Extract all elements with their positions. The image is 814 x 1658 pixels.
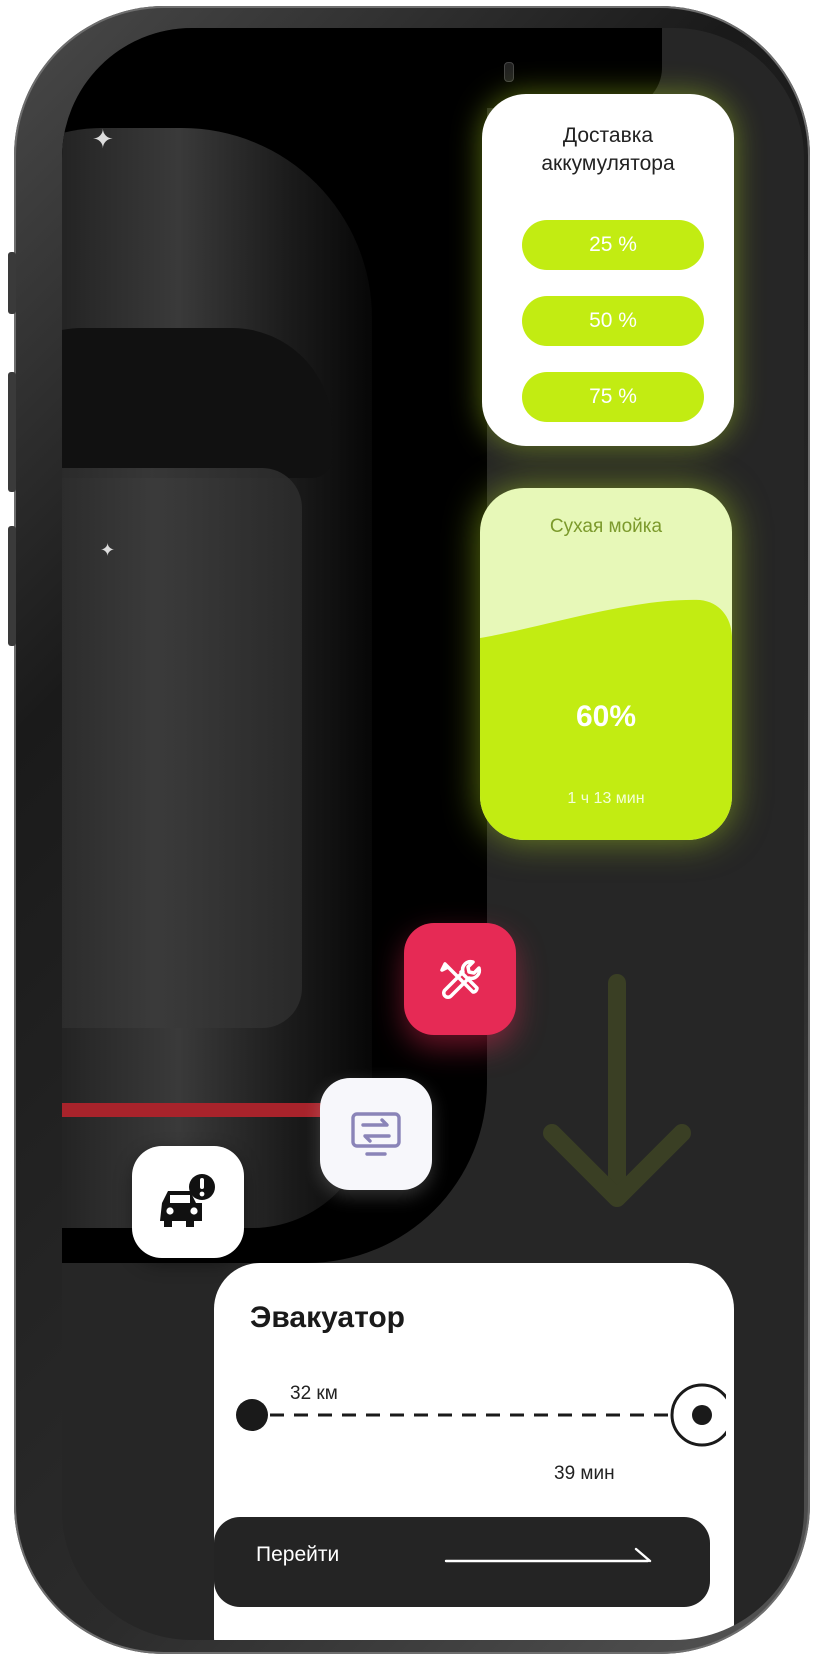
car-alert-button[interactable] bbox=[132, 1146, 244, 1258]
sparkle-icon: ✦ bbox=[100, 540, 116, 560]
route-distance: 32 км bbox=[290, 1383, 338, 1404]
arrow-right-icon bbox=[444, 1547, 652, 1563]
tow-truck-card[interactable]: Эвакуатор 32 км 39 мин Перейти bbox=[214, 1263, 734, 1640]
arrow-down-icon bbox=[543, 974, 691, 1207]
battery-title-line2: аккумулятора bbox=[541, 152, 675, 175]
dry-wash-title: Сухая мойка bbox=[549, 516, 663, 537]
car-image-panel: ✦ ✦ bbox=[62, 28, 487, 1263]
car-windshield bbox=[62, 328, 332, 478]
battery-option-75[interactable]: 75 % bbox=[522, 372, 704, 422]
tow-card-title: Эвакуатор bbox=[250, 1301, 406, 1334]
battery-option-50[interactable]: 50 % bbox=[522, 296, 704, 346]
progress-fill bbox=[480, 599, 732, 840]
battery-delivery-card[interactable]: Доставка аккумулятора 25 % 50 % 75 % bbox=[482, 94, 734, 446]
car-taillight bbox=[62, 1103, 332, 1117]
go-button-label: Перейти bbox=[256, 1543, 340, 1566]
car-alert-icon bbox=[160, 1174, 215, 1227]
battery-card-title: Доставка аккумулятора bbox=[482, 122, 734, 178]
dry-wash-percent: 60% bbox=[575, 700, 637, 733]
side-button bbox=[8, 252, 16, 314]
wrench-screwdriver-icon bbox=[440, 959, 482, 999]
app-screen: ✦ ✦ Доставка аккумулятора 25 % 50 % 75 %… bbox=[62, 28, 804, 1640]
transfer-button[interactable] bbox=[320, 1078, 432, 1190]
car-roof bbox=[62, 468, 302, 1028]
dry-wash-card[interactable]: Сухая мойка 60% 1 ч 13 мин bbox=[480, 488, 732, 840]
battery-title-line1: Доставка bbox=[562, 124, 654, 147]
go-button[interactable]: Перейти bbox=[214, 1517, 710, 1607]
volume-down-button bbox=[8, 526, 16, 646]
dry-wash-time: 1 ч 13 мин bbox=[567, 790, 645, 807]
route-duration: 39 мин bbox=[554, 1463, 615, 1484]
repair-button[interactable] bbox=[404, 923, 516, 1035]
phone-frame: ✦ ✦ Доставка аккумулятора 25 % 50 % 75 %… bbox=[8, 6, 810, 1654]
monitor-transfer-icon bbox=[351, 1112, 401, 1156]
battery-option-25[interactable]: 25 % bbox=[522, 220, 704, 270]
camera-icon bbox=[504, 62, 514, 82]
volume-up-button bbox=[8, 372, 16, 492]
sparkle-icon: ✦ bbox=[92, 124, 114, 154]
